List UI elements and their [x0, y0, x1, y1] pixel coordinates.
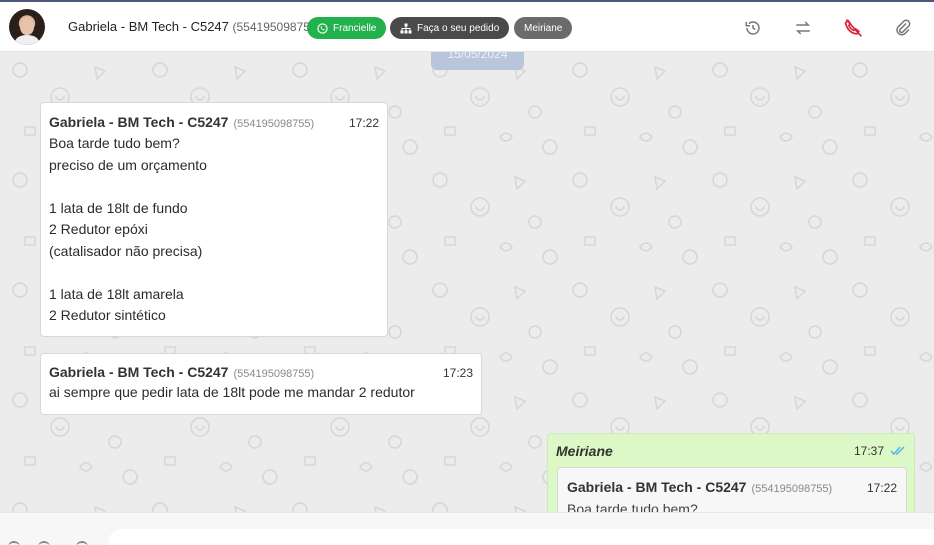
- tag-label: Meiriane: [524, 22, 563, 34]
- message-time: 17:37: [853, 444, 884, 458]
- tag-meiriane[interactable]: Meiriane: [514, 17, 573, 39]
- message-time: 17:22: [348, 116, 379, 130]
- end-call-icon[interactable]: [843, 18, 863, 38]
- quoted-sender: Gabriela - BM Tech - C5247: [567, 479, 747, 495]
- attach-icon[interactable]: [893, 18, 913, 38]
- message-sender-phone: (554195098755): [233, 368, 315, 380]
- message-line: ai sempre que pedir lata de 18lt pode me…: [49, 384, 415, 400]
- contact-name: Gabriela - BM Tech - C5247: [68, 19, 229, 34]
- contact-title[interactable]: Gabriela - BM Tech - C5247 (554195098755…: [68, 19, 321, 34]
- history-icon[interactable]: [743, 18, 763, 38]
- message-line: [49, 176, 379, 198]
- quoted-text: Boa tarde tudo bem?: [567, 501, 698, 512]
- message-line: Boa tarde tudo bem?: [49, 135, 180, 151]
- quoted-time: 17:22: [866, 481, 897, 495]
- quick-reply-icon[interactable]: [76, 541, 88, 545]
- composer-bar: [0, 512, 934, 545]
- message-line: 2 Redutor epóxi: [49, 221, 148, 237]
- message-bubble-incoming[interactable]: Gabriela - BM Tech - C5247 (554195098755…: [40, 353, 482, 415]
- message-author: Meiriane: [556, 443, 613, 459]
- chat-header: Gabriela - BM Tech - C5247 (554195098755…: [0, 0, 934, 52]
- emoji-icon[interactable]: [8, 541, 20, 545]
- message-sender: Gabriela - BM Tech - C5247: [49, 114, 229, 130]
- org-chart-icon: [400, 23, 412, 33]
- contact-avatar[interactable]: [9, 9, 45, 45]
- message-line: [49, 262, 379, 284]
- chat-area[interactable]: 15/05/2024 Gabriela - BM Tech - C5247 (5…: [0, 52, 934, 512]
- message-time: 17:23: [442, 366, 473, 380]
- quoted-sender-phone: (554195098755): [751, 483, 833, 495]
- tag-label: Faça o seu pedido: [417, 22, 500, 34]
- message-sender-phone: (554195098755): [233, 118, 315, 130]
- message-line: 1 lata de 18lt amarela: [49, 285, 184, 302]
- tag-faca-pedido[interactable]: Faça o seu pedido: [390, 17, 510, 39]
- message-line: preciso de um orçamento: [49, 156, 207, 173]
- message-line: 1 lata de 18lt de fundo: [49, 199, 188, 216]
- read-receipt-icon: [890, 446, 905, 456]
- attach-file-icon[interactable]: [38, 541, 50, 545]
- tag-francielle[interactable]: Francielle: [307, 17, 387, 39]
- message-bubble-incoming[interactable]: Gabriela - BM Tech - C5247 (554195098755…: [40, 102, 388, 337]
- message-bubble-outgoing[interactable]: Meiriane 17:37 Gabriela - BM Tech - C524…: [547, 433, 915, 512]
- quoted-message[interactable]: Gabriela - BM Tech - C5247 (554195098755…: [557, 467, 907, 512]
- date-separator: 15/05/2024: [431, 52, 524, 70]
- transfer-icon[interactable]: [793, 18, 813, 38]
- message-line: 2 Redutor sintético: [49, 307, 166, 323]
- message-input[interactable]: [108, 529, 934, 545]
- message-line: (catalisador não precisa): [49, 242, 203, 259]
- tag-label: Francielle: [333, 22, 377, 34]
- whatsapp-icon: [317, 22, 328, 34]
- message-sender: Gabriela - BM Tech - C5247: [49, 364, 229, 380]
